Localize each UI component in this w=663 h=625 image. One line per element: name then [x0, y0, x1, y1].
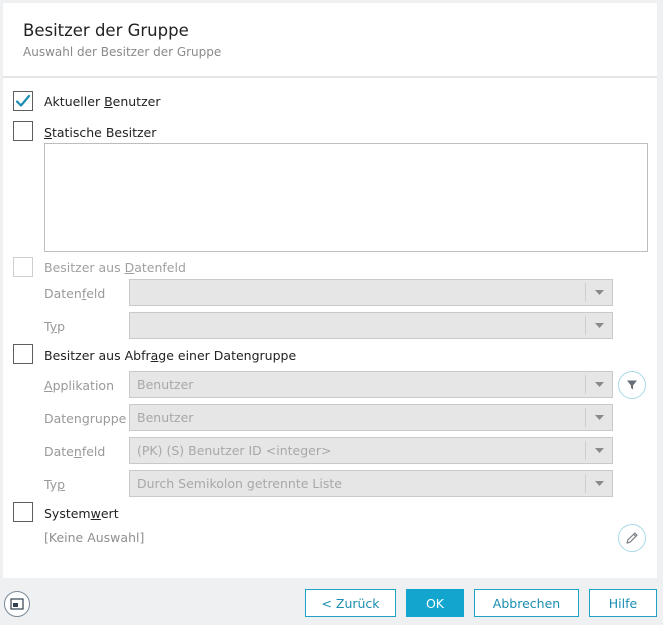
query-applikation-value: Benutzer [137, 377, 194, 392]
field-typ-select[interactable] [129, 312, 613, 339]
query-typ-value: Durch Semikolon getrennte Liste [137, 476, 342, 491]
caret-down-icon[interactable] [585, 283, 612, 302]
caret-down-icon[interactable] [585, 316, 612, 335]
dialog-panel: Besitzer der Gruppe Auswahl der Besitzer… [3, 3, 657, 578]
back-button[interactable]: < Zurück [305, 589, 396, 617]
filter-button[interactable] [618, 371, 646, 399]
filter-icon [627, 380, 637, 390]
pencil-icon [626, 532, 638, 544]
cancel-button[interactable]: Abbrechen [474, 589, 579, 617]
owners-from-field-label: Besitzer aus Datenfeld [44, 260, 186, 275]
dialog-header: Besitzer der Gruppe Auswahl der Besitzer… [3, 3, 657, 78]
caret-down-icon[interactable] [585, 408, 612, 427]
owners-from-query-label[interactable]: Besitzer aus Abfrage einer Datengruppe [44, 348, 296, 363]
caret-down-icon[interactable] [585, 441, 612, 460]
query-datenfeld-select[interactable]: (PK) (S) Benutzer ID <integer> [129, 437, 613, 464]
window-toggle-button[interactable] [4, 591, 30, 617]
window-icon [10, 598, 24, 610]
static-owners-checkbox[interactable] [13, 121, 33, 141]
static-owners-textarea[interactable] [44, 143, 648, 252]
field-datenfeld-select[interactable] [129, 279, 613, 306]
system-value-selection: [Keine Auswahl] [44, 530, 145, 545]
query-applikation-label: Applikation [44, 378, 115, 393]
query-datenfeld-label: Datenfeld [44, 444, 106, 459]
ok-button[interactable]: OK [406, 589, 464, 617]
system-value-checkbox[interactable] [13, 502, 33, 522]
help-button[interactable]: Hilfe [589, 589, 657, 617]
query-typ-select[interactable]: Durch Semikolon getrennte Liste [129, 470, 613, 497]
query-datengruppe-value: Benutzer [137, 410, 194, 425]
current-user-label[interactable]: Aktueller Benutzer [44, 94, 160, 109]
dialog-subtitle: Auswahl der Besitzer der Gruppe [23, 45, 222, 59]
static-owners-label[interactable]: Statische Besitzer [44, 125, 156, 140]
system-value-label[interactable]: Systemwert [44, 506, 119, 521]
query-datengruppe-label: Datengruppe [44, 411, 127, 426]
current-user-checkbox[interactable] [13, 91, 33, 111]
owners-from-field-checkbox[interactable] [13, 257, 33, 277]
caret-down-icon[interactable] [585, 474, 612, 493]
dialog-title: Besitzer der Gruppe [23, 21, 189, 40]
edit-system-value-button[interactable] [618, 524, 646, 552]
field-datenfeld-label: Datenfeld [44, 286, 106, 301]
query-datenfeld-value: (PK) (S) Benutzer ID <integer> [137, 443, 332, 458]
caret-down-icon[interactable] [585, 375, 612, 394]
owners-from-query-checkbox[interactable] [13, 344, 33, 364]
query-datengruppe-select[interactable]: Benutzer [129, 404, 613, 431]
query-applikation-select[interactable]: Benutzer [129, 371, 613, 398]
query-typ-label: Typ [44, 477, 66, 492]
field-typ-label: Typ [44, 319, 66, 334]
checkmark-icon [15, 94, 31, 107]
